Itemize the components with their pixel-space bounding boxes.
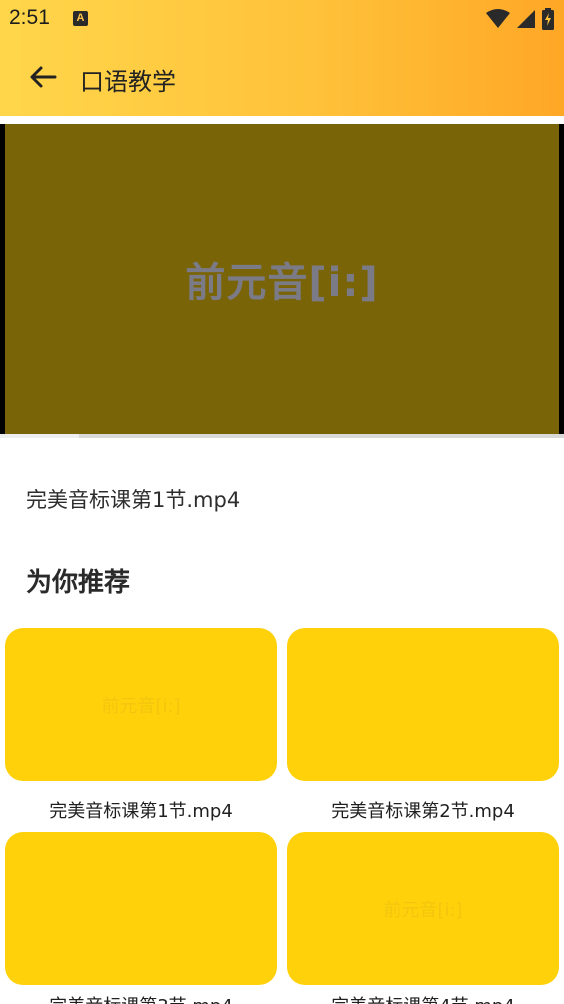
- signal-icon: [517, 10, 535, 28]
- recommend-card-label-1[interactable]: 完美音标课第1节.mp4: [5, 797, 277, 823]
- video-frame[interactable]: 前元音[i:]: [5, 124, 559, 434]
- recommend-card-3[interactable]: [5, 832, 277, 985]
- status-bar: 2:51 A: [0, 0, 564, 38]
- status-time: 2:51: [9, 6, 50, 29]
- arrow-left-icon: [30, 66, 57, 88]
- wifi-icon: [486, 9, 510, 28]
- back-button[interactable]: [26, 60, 60, 94]
- battery-icon: [542, 8, 554, 30]
- header: 2:51 A 口语教学: [0, 0, 564, 116]
- video-progress-fill: [0, 434, 79, 438]
- video-progress-bar[interactable]: [0, 434, 564, 438]
- recommend-card-label-2[interactable]: 完美音标课第2节.mp4: [287, 797, 559, 823]
- recommend-card-2[interactable]: [287, 628, 559, 781]
- video-file-title: 完美音标课第1节.mp4: [26, 488, 241, 512]
- recommend-card-label-4[interactable]: 完美音标课第4节.mp4: [287, 992, 559, 1004]
- video-overlay-text: 前元音[i:]: [185, 260, 379, 306]
- status-icons: [486, 8, 554, 30]
- recommend-card-label-3[interactable]: 完美音标课第3节.mp4: [5, 992, 277, 1004]
- notification-a-icon: A: [73, 11, 88, 26]
- recommend-section-title: 为你推荐: [26, 568, 131, 598]
- page-title: 口语教学: [80, 68, 176, 96]
- recommend-card-1[interactable]: 前元音[i:]: [5, 628, 277, 781]
- card-thumb-text: 前元音[i:]: [383, 899, 463, 921]
- recommend-card-4[interactable]: 前元音[i:]: [287, 832, 559, 985]
- card-thumb-text: 前元音[i:]: [101, 695, 181, 717]
- video-player[interactable]: 前元音[i:]: [0, 124, 564, 438]
